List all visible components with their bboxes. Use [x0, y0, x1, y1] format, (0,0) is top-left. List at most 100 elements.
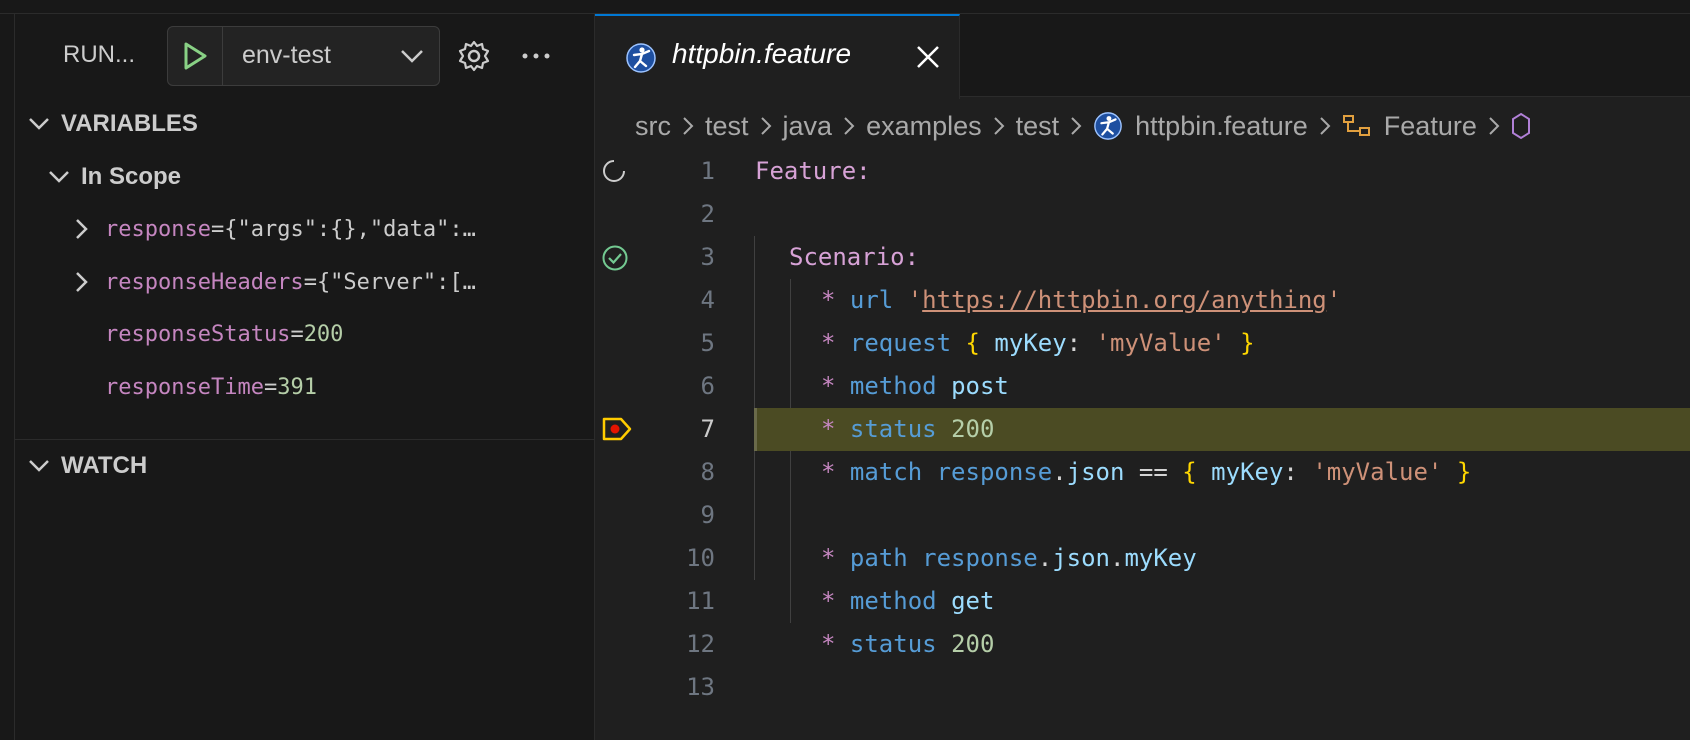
operator: . [1037, 544, 1053, 572]
code-text: * method post [821, 372, 1009, 400]
line-number: 12 [686, 630, 715, 658]
line-number: 7 [700, 415, 715, 443]
watch-section-header[interactable]: WATCH [15, 446, 147, 486]
variables-section-header[interactable]: VARIABLES [15, 104, 198, 144]
string: 'myValue' [1095, 329, 1226, 357]
chevron-right-icon [1069, 114, 1083, 138]
step-keyword: status [849, 415, 937, 443]
variable-equals: = [263, 374, 278, 400]
play-icon [184, 42, 207, 70]
window-top-border [0, 0, 1690, 14]
brace: } [1240, 329, 1255, 357]
step-keyword: url [849, 286, 894, 314]
variable-row[interactable]: responseTime = 391 [69, 366, 589, 408]
step-keyword: match [849, 458, 923, 486]
identifier: response [922, 544, 1038, 572]
breadcrumb-item[interactable]: Feature [1384, 111, 1477, 142]
string: 'myValue' [1312, 458, 1443, 486]
identifier: myKey [994, 329, 1067, 357]
identifier: json [1066, 458, 1125, 486]
variable-name: response [105, 216, 211, 242]
step-star: * [821, 329, 836, 357]
variable-name: responseHeaders [105, 269, 304, 295]
step-keyword: status [849, 630, 937, 658]
breadcrumb-item[interactable]: examples [866, 111, 982, 142]
code-line[interactable]: 1 Feature: [595, 150, 1690, 193]
code-line[interactable]: 2 [595, 193, 1690, 236]
code-line[interactable]: 5 * request { myKey: 'myValue' } [595, 322, 1690, 365]
more-actions-icon[interactable] [520, 39, 552, 77]
debug-sidebar: RUN... env-test VARIABLES In Scope respo… [15, 14, 595, 740]
editor-area: httpbin.feature src test java examples t… [595, 14, 1690, 740]
breadcrumb-item[interactable]: httpbin.feature [1135, 111, 1308, 142]
line-number: 6 [700, 372, 715, 400]
line-number: 3 [700, 243, 715, 271]
gear-icon[interactable] [457, 39, 491, 77]
test-passed-icon[interactable] [601, 244, 629, 278]
identifier: get [951, 587, 995, 615]
chevron-down-icon [45, 165, 73, 189]
line-number: 11 [686, 587, 715, 615]
in-scope-label: In Scope [81, 163, 182, 190]
code-line[interactable]: 3 Scenario: [595, 236, 1690, 279]
variable-value: 200 [303, 321, 344, 347]
activity-bar [0, 14, 15, 740]
brace: } [1456, 458, 1472, 486]
string-quote: ' [907, 286, 923, 314]
breadcrumb-item[interactable]: test [1016, 111, 1060, 142]
chevron-down-icon[interactable] [399, 43, 425, 73]
step-keyword: method [849, 372, 937, 400]
breadcrumb-item[interactable]: src [635, 111, 671, 142]
code-line[interactable]: 4 * url 'https://httpbin.org/anything' [595, 279, 1690, 322]
breakpoint-stopped-icon[interactable] [601, 415, 633, 449]
code-line[interactable]: 12 * status 200 [595, 623, 1690, 666]
chevron-right-icon[interactable] [69, 270, 93, 294]
karate-file-icon [625, 42, 657, 78]
variable-name: responseTime [105, 374, 264, 400]
close-icon[interactable] [915, 44, 941, 74]
chevron-right-icon [992, 114, 1006, 138]
number: 200 [951, 415, 995, 443]
code-line[interactable]: 8 * match response.json == { myKey: 'myV… [595, 451, 1690, 494]
variable-equals: = [290, 321, 304, 347]
line-number: 13 [686, 673, 715, 701]
code-line[interactable]: 11 * method get [595, 580, 1690, 623]
test-running-icon[interactable] [601, 158, 627, 190]
watch-label: WATCH [61, 452, 148, 479]
variable-row[interactable]: response = {"args":{},"data":… [69, 208, 589, 250]
url-link[interactable]: https://httpbin.org/anything [922, 286, 1327, 314]
code-line[interactable]: 6 * method post [595, 365, 1690, 408]
line-number: 2 [700, 200, 715, 228]
breadcrumb: src test java examples test httpbin.feat… [635, 102, 1543, 150]
start-debugging-button[interactable] [168, 27, 223, 85]
operator: == [1138, 458, 1168, 486]
code-text: * status 200 [821, 630, 994, 658]
line-number: 5 [700, 329, 715, 357]
code-text: * status 200 [821, 415, 994, 443]
in-scope-group[interactable]: In Scope [45, 157, 181, 197]
breadcrumb-item[interactable]: test [705, 111, 749, 142]
tab-httpbin-feature[interactable]: httpbin.feature [595, 14, 960, 99]
variable-row[interactable]: responseStatus = 200 [69, 313, 589, 355]
feature-keyword: Feature: [755, 157, 871, 185]
line-number: 9 [700, 501, 715, 529]
code-line[interactable]: 10 * path response.json.myKey [595, 537, 1690, 580]
code-text: * url 'https://httpbin.org/anything' [821, 286, 1341, 314]
variable-row[interactable]: responseHeaders = {"Server":[… [69, 261, 589, 303]
launch-configuration-picker[interactable]: env-test [167, 26, 440, 86]
code-line[interactable]: 9 [595, 494, 1690, 537]
step-keyword: path [849, 544, 908, 572]
chevron-right-icon [842, 114, 856, 138]
chevron-down-icon [25, 112, 53, 136]
step-star: * [821, 544, 836, 572]
chevron-right-icon[interactable] [69, 217, 93, 241]
current-execution-line[interactable]: 7 * status 200 [595, 408, 1690, 451]
string-quote: ' [1326, 286, 1342, 314]
variable-value: {"Server":[… [316, 269, 476, 295]
code-line[interactable]: 13 [595, 666, 1690, 709]
identifier: response [936, 458, 1053, 486]
line-number: 10 [686, 544, 715, 572]
number: 200 [951, 630, 995, 658]
identifier: post [951, 372, 1009, 400]
breadcrumb-item[interactable]: java [783, 111, 833, 142]
